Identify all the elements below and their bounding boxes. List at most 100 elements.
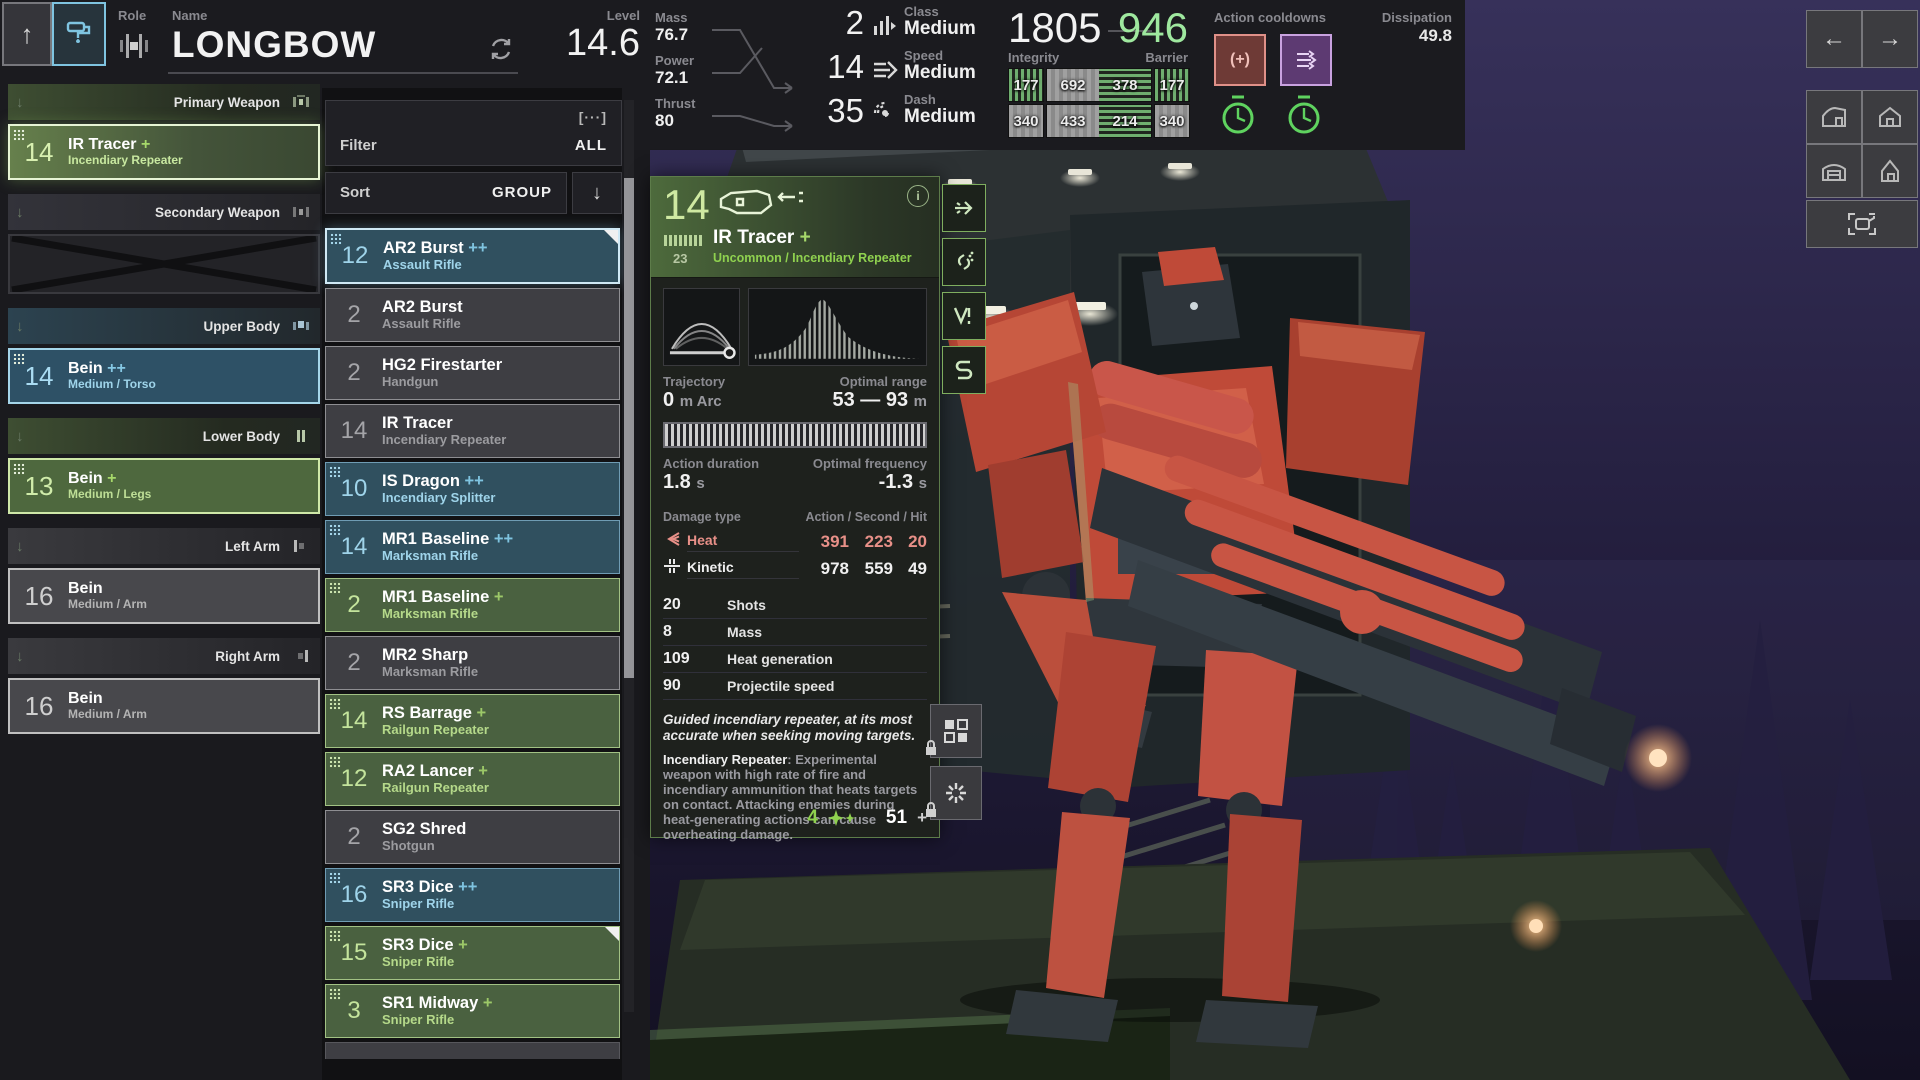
slot-group-right-arm: ↓ Right Arm 16 Bein Medium / Arm xyxy=(8,638,320,734)
randomize-name-icon[interactable] xyxy=(488,36,514,62)
sort-direction-button[interactable]: ↓ xyxy=(572,172,622,214)
up-arrow-icon: ↑ xyxy=(21,19,34,50)
mass-value: 76.7 xyxy=(655,25,688,44)
cell-legs-bottom: 433 214 xyxy=(1046,104,1152,138)
weapon-browser-list: 12 AR2 Burst ++ Assault Rifle 2 AR2 Burs… xyxy=(325,228,620,1059)
weapon-list-item[interactable]: 2 MR1 Baseline + Marksman Rifle xyxy=(325,578,620,632)
equip-button[interactable] xyxy=(942,184,986,232)
weapon-list-item[interactable]: 16 SR3 Dice ++ Sniper Rifle xyxy=(325,868,620,922)
lower-body-header[interactable]: ↓ Lower Body xyxy=(8,418,320,454)
cell-left-arm-barrier: 177 xyxy=(1008,68,1044,102)
history-forward-button[interactable]: → xyxy=(1862,10,1918,68)
cooldown-heat-button[interactable]: (+) xyxy=(1214,34,1266,86)
hangar-view-3-button[interactable] xyxy=(1806,144,1862,198)
paint-customize-button[interactable] xyxy=(52,2,106,66)
equipped-upper-body[interactable]: 14 Bein ++ Medium / Torso xyxy=(8,348,320,404)
flavor-text: Guided incendiary repeater, at its most … xyxy=(663,712,927,743)
dash-tier: Medium xyxy=(904,107,1024,126)
filter-label: Filter xyxy=(340,137,377,154)
paint-roller-icon xyxy=(66,21,92,47)
damage-row-kinetic: Kinetic 978 559 49 xyxy=(651,555,939,582)
asterisk-icon xyxy=(944,781,968,805)
arrow-left-icon: ← xyxy=(1822,25,1846,53)
weapon-list-item[interactable]: 2 HG2 Firestarter Handgun xyxy=(325,346,620,400)
locked-loadout-grid-button[interactable] xyxy=(930,704,982,758)
cooldowns-label: Action cooldowns xyxy=(1214,10,1326,25)
supply-value: 51 xyxy=(886,807,907,829)
right-arm-header[interactable]: ↓ Right Arm xyxy=(8,638,320,674)
upper-body-header[interactable]: ↓ Upper Body xyxy=(8,308,320,344)
info-icon[interactable]: i xyxy=(907,185,929,207)
detail-rarity-line: Uncommon / Incendiary Repeater xyxy=(713,251,912,265)
weapon-list-item[interactable]: 3 SR1 Midway + Sniper Rifle xyxy=(325,984,620,1038)
stat-row-projectile-speed: 90Projectile speed xyxy=(663,673,927,700)
filter-dropdown[interactable]: Filter [···] ALL xyxy=(325,100,622,166)
equipped-right-arm[interactable]: 16 Bein Medium / Arm xyxy=(8,678,320,734)
detail-side-actions xyxy=(942,184,986,400)
range-falloff-chart xyxy=(748,288,927,366)
weapon-list-item[interactable]: 2 MR2 Sharp Marksman Rifle xyxy=(325,636,620,690)
plus-parens-icon: (+) xyxy=(1230,51,1250,69)
equipment-sidebar: ↓ Primary Weapon 14 IR Tracer + Incendia… xyxy=(8,84,320,748)
speed-stat: Speed Medium xyxy=(904,48,1024,82)
detail-charts xyxy=(651,278,939,366)
hangar-view-4-button[interactable] xyxy=(1862,144,1918,198)
stat-row-shots: 20Shots xyxy=(663,592,927,619)
empty-slot-x-icon xyxy=(10,236,318,292)
primary-weapon-header[interactable]: ↓ Primary Weapon xyxy=(8,84,320,120)
collapse-icon: ↓ xyxy=(16,318,42,335)
cooldown-dash-button[interactable] xyxy=(1280,34,1332,86)
dash-icon xyxy=(872,100,898,126)
equipped-lower-body[interactable]: 13 Bein + Medium / Legs xyxy=(8,458,320,514)
dash-label: Dash xyxy=(904,92,1024,107)
garage-icon xyxy=(1821,160,1847,182)
empty-secondary-weapon-slot[interactable] xyxy=(8,234,320,294)
weapon-list-item[interactable]: 14 RS Barrage + Railgun Repeater xyxy=(325,694,620,748)
serpentine-button[interactable] xyxy=(942,346,986,394)
history-back-button[interactable]: ← xyxy=(1806,10,1862,68)
weapon-list-item[interactable]: 12 RA2 Lancer + Railgun Repeater xyxy=(325,752,620,806)
collapse-icon: ↓ xyxy=(16,538,42,555)
weapon-list-item[interactable]: 2 AR2 Burst Assault Rifle xyxy=(325,288,620,342)
class-tier: Medium xyxy=(904,19,1024,38)
trajectory-label: Trajectory xyxy=(663,374,725,389)
weapon-list-item[interactable]: 14 IR Tracer Incendiary Repeater xyxy=(325,404,620,458)
paint-link-button[interactable] xyxy=(942,238,986,286)
weapon-list-item[interactable]: 14 MR1 Baseline ++ Marksman Rifle xyxy=(325,520,620,574)
left-arm-header[interactable]: ↓ Left Arm xyxy=(8,528,320,564)
role-mech-icon[interactable] xyxy=(114,32,154,60)
screenshot-button[interactable] xyxy=(1806,200,1918,248)
list-scrollbar[interactable] xyxy=(624,100,634,1012)
trajectory-chart xyxy=(663,288,740,366)
scrollbar-thumb[interactable] xyxy=(624,178,634,678)
collapse-icon: ↓ xyxy=(16,428,42,445)
cell-right-arm-integrity: 340 xyxy=(1154,104,1190,138)
sort-value: GROUP xyxy=(492,184,552,201)
locked-overlay-button[interactable] xyxy=(930,766,982,820)
cell-left-arm-integrity: 340 xyxy=(1008,104,1044,138)
kinetic-damage-icon xyxy=(663,558,681,574)
equipped-left-arm[interactable]: 16 Bein Medium / Arm xyxy=(8,568,320,624)
hangar-view-2-button[interactable] xyxy=(1862,90,1918,144)
weapon-list-item[interactable]: 2 SG2 Shred Shotgun xyxy=(325,810,620,864)
hangar-view-1-button[interactable] xyxy=(1806,90,1862,144)
secondary-weapon-header[interactable]: ↓ Secondary Weapon xyxy=(8,194,320,230)
weapon-list-item[interactable]: 15 SR3 Dice + Sniper Rifle xyxy=(325,926,620,980)
equipped-primary-weapon[interactable]: 14 IR Tracer + Incendiary Repeater xyxy=(8,124,320,180)
weapon-silhouette-icon xyxy=(717,185,807,221)
mech-part-icon xyxy=(290,94,312,110)
durability-bars xyxy=(664,235,702,246)
sort-dropdown[interactable]: Sort GROUP xyxy=(325,172,567,214)
cooldown-timer-1-icon xyxy=(1218,94,1258,136)
weapon-list-item[interactable]: 10 IS Dragon ++ Incendiary Splitter xyxy=(325,462,620,516)
lock-icon xyxy=(924,740,938,756)
mech-name-input[interactable]: LONGBOW xyxy=(172,24,376,66)
weapon-list-item[interactable]: 12 AR2 Burst ++ Assault Rifle xyxy=(325,228,620,284)
variant-button[interactable] xyxy=(942,292,986,340)
weapon-list-item-clipped[interactable] xyxy=(325,1042,620,1059)
mech-part-icon xyxy=(290,204,312,220)
integrity-label: Integrity xyxy=(1008,50,1059,65)
frequency-label: Optimal frequency xyxy=(813,456,927,471)
arrow-right-icon xyxy=(953,199,975,217)
back-button[interactable]: ↑ xyxy=(2,2,52,66)
